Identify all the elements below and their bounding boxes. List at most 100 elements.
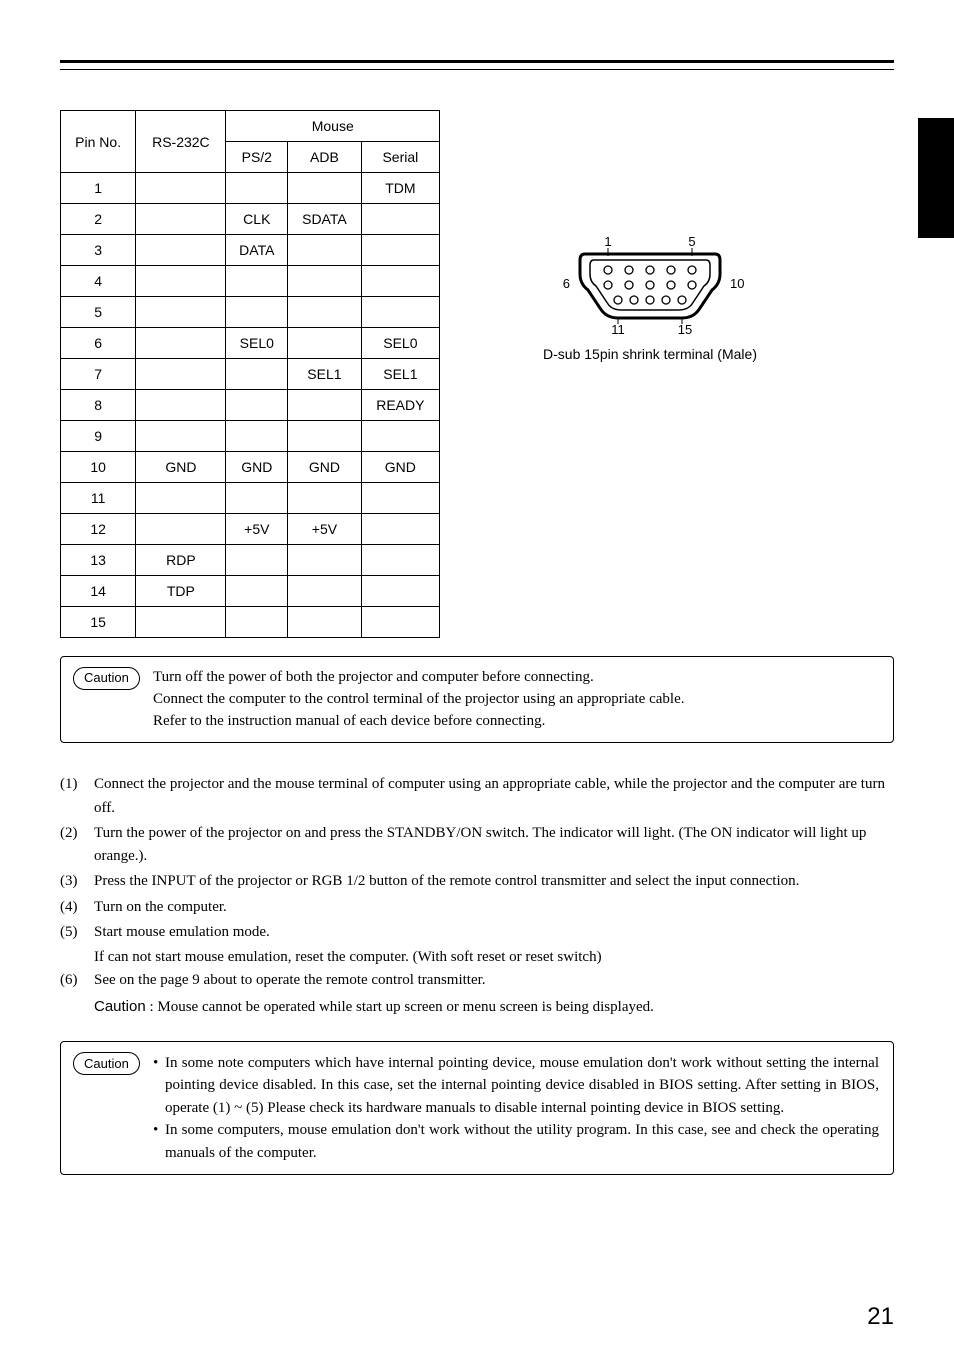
cell-ps2: +5V bbox=[226, 514, 288, 545]
cell-pin: 2 bbox=[61, 204, 136, 235]
procedure-text: Turn on the computer. bbox=[94, 896, 894, 919]
cell-serial: SEL0 bbox=[361, 328, 439, 359]
table-row: 15 bbox=[61, 607, 440, 638]
caution1-line1: Turn off the power of both the projector… bbox=[153, 667, 879, 689]
cell-ps2 bbox=[226, 390, 288, 421]
procedure-text: Press the INPUT of the projector or RGB … bbox=[94, 870, 894, 893]
cell-ps2 bbox=[226, 607, 288, 638]
cell-ps2 bbox=[226, 297, 288, 328]
procedure-num: (5) bbox=[60, 921, 94, 944]
caution-box-1: Caution Turn off the power of both the p… bbox=[60, 656, 894, 743]
procedure-text: Start mouse emulation mode. bbox=[94, 921, 894, 944]
cell-serial bbox=[361, 297, 439, 328]
th-mouse: Mouse bbox=[226, 111, 440, 142]
conn-label-10: 10 bbox=[730, 276, 744, 291]
cell-adb: +5V bbox=[288, 514, 362, 545]
cell-pin: 1 bbox=[61, 173, 136, 204]
cell-pin: 9 bbox=[61, 421, 136, 452]
cell-serial bbox=[361, 576, 439, 607]
table-row: 9 bbox=[61, 421, 440, 452]
cell-ps2: GND bbox=[226, 452, 288, 483]
cell-pin: 4 bbox=[61, 266, 136, 297]
cell-serial bbox=[361, 204, 439, 235]
cell-rs232c bbox=[136, 390, 226, 421]
cell-serial: SEL1 bbox=[361, 359, 439, 390]
bullet-dot: • bbox=[153, 1119, 165, 1164]
table-row: 14TDP bbox=[61, 576, 440, 607]
th-rs232c: RS-232C bbox=[136, 111, 226, 173]
connector-caption: D-sub 15pin shrink terminal (Male) bbox=[530, 346, 770, 362]
conn-label-6: 6 bbox=[563, 276, 570, 291]
cell-adb: SDATA bbox=[288, 204, 362, 235]
caution1-line3: Refer to the instruction manual of each … bbox=[153, 711, 879, 733]
cell-adb bbox=[288, 576, 362, 607]
caution-box-2: Caution • In some note computers which h… bbox=[60, 1041, 894, 1176]
procedure-item: (5)Start mouse emulation mode. bbox=[60, 921, 894, 944]
cell-serial bbox=[361, 483, 439, 514]
th-pin: Pin No. bbox=[61, 111, 136, 173]
cell-rs232c bbox=[136, 173, 226, 204]
cell-ps2: DATA bbox=[226, 235, 288, 266]
cell-pin: 7 bbox=[61, 359, 136, 390]
cell-rs232c bbox=[136, 235, 226, 266]
procedure-item: (2)Turn the power of the projector on an… bbox=[60, 822, 894, 869]
cell-rs232c: RDP bbox=[136, 545, 226, 576]
procedure-item: (6)See on the page 9 about to operate th… bbox=[60, 969, 894, 992]
cell-ps2 bbox=[226, 576, 288, 607]
procedure-item: (1)Connect the projector and the mouse t… bbox=[60, 773, 894, 820]
table-row: 11 bbox=[61, 483, 440, 514]
cell-ps2 bbox=[226, 266, 288, 297]
cell-pin: 14 bbox=[61, 576, 136, 607]
cell-ps2 bbox=[226, 421, 288, 452]
cell-serial bbox=[361, 514, 439, 545]
cell-serial bbox=[361, 545, 439, 576]
cell-rs232c bbox=[136, 297, 226, 328]
cell-ps2 bbox=[226, 359, 288, 390]
procedure-item: (4)Turn on the computer. bbox=[60, 896, 894, 919]
cell-rs232c: TDP bbox=[136, 576, 226, 607]
cell-adb bbox=[288, 297, 362, 328]
pin-table: Pin No. RS-232C Mouse PS/2 ADB Serial 1T… bbox=[60, 110, 440, 638]
cell-pin: 3 bbox=[61, 235, 136, 266]
cell-adb bbox=[288, 607, 362, 638]
inline-caution-label: Caution bbox=[94, 998, 146, 1015]
procedure-text: Turn the power of the projector on and p… bbox=[94, 822, 894, 869]
cell-ps2 bbox=[226, 173, 288, 204]
connector-diagram: 1 5 6 10 11 15 bbox=[530, 230, 770, 362]
page-number: 21 bbox=[867, 1303, 894, 1331]
cell-adb bbox=[288, 173, 362, 204]
table-row: 6 SEL0 SEL0 bbox=[61, 328, 440, 359]
cell-adb bbox=[288, 545, 362, 576]
caution-label-2: Caution bbox=[73, 1052, 140, 1076]
cell-rs232c: GND bbox=[136, 452, 226, 483]
cell-ps2: CLK bbox=[226, 204, 288, 235]
cell-ps2 bbox=[226, 483, 288, 514]
cell-ps2: SEL0 bbox=[226, 328, 288, 359]
procedure-indent-line: If can not start mouse emulation, reset … bbox=[94, 946, 894, 969]
cell-rs232c bbox=[136, 328, 226, 359]
caution2-bullet-1: In some note computers which have intern… bbox=[165, 1052, 879, 1120]
cell-pin: 6 bbox=[61, 328, 136, 359]
bullet-dot: • bbox=[153, 1052, 165, 1120]
table-row: 1TDM bbox=[61, 173, 440, 204]
cell-rs232c bbox=[136, 514, 226, 545]
cell-adb bbox=[288, 483, 362, 514]
table-row: 8 READY bbox=[61, 390, 440, 421]
cell-serial bbox=[361, 421, 439, 452]
procedure-num: (4) bbox=[60, 896, 94, 919]
table-row: 3 DATA bbox=[61, 235, 440, 266]
cell-adb bbox=[288, 328, 362, 359]
cell-serial: READY bbox=[361, 390, 439, 421]
cell-pin: 8 bbox=[61, 390, 136, 421]
th-adb: ADB bbox=[288, 142, 362, 173]
conn-label-1: 1 bbox=[604, 234, 611, 249]
cell-adb: SEL1 bbox=[288, 359, 362, 390]
caution-label-1: Caution bbox=[73, 667, 140, 690]
table-row: 10GNDGNDGNDGND bbox=[61, 452, 440, 483]
procedure-text: See on the page 9 about to operate the r… bbox=[94, 969, 894, 992]
table-row: 13RDP bbox=[61, 545, 440, 576]
cell-rs232c bbox=[136, 204, 226, 235]
table-row: 4 bbox=[61, 266, 440, 297]
cell-adb bbox=[288, 390, 362, 421]
conn-label-15: 15 bbox=[678, 322, 692, 337]
